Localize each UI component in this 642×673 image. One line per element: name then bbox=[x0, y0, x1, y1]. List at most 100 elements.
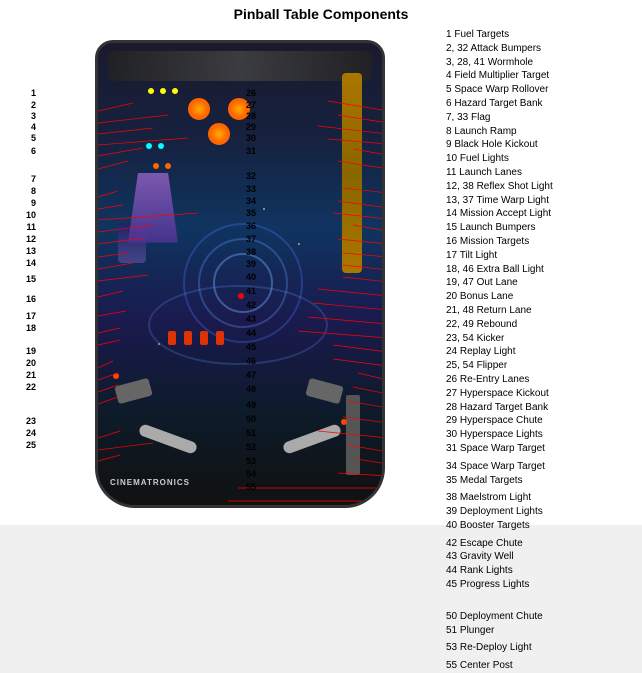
left-num-8: 8 bbox=[31, 186, 36, 196]
label-4: 4 Field Multiplier Target bbox=[446, 69, 642, 83]
label-8: 8 Launch Ramp bbox=[446, 125, 642, 139]
left-num-22: 22 bbox=[26, 382, 36, 392]
left-num-1: 1 bbox=[31, 88, 36, 98]
label-15: 15 Launch Bumpers bbox=[446, 221, 642, 235]
booster-t4 bbox=[216, 331, 224, 345]
left-num-15: 15 bbox=[26, 274, 36, 284]
rnum-53: 53 bbox=[246, 456, 256, 466]
rnum-48: 48 bbox=[246, 384, 256, 394]
table-inner: CINEMATRONICS bbox=[98, 43, 382, 505]
pinball-image-area: CINEMATRONICS bbox=[38, 26, 442, 521]
label-31: 31 Space Warp Target bbox=[446, 442, 642, 456]
light-3 bbox=[172, 88, 178, 94]
booster-targets bbox=[168, 331, 224, 345]
left-num-14: 14 bbox=[26, 258, 36, 268]
left-num-25: 25 bbox=[26, 440, 36, 450]
bumper-3 bbox=[208, 123, 230, 145]
light-2 bbox=[160, 88, 166, 94]
left-num-2: 2 bbox=[31, 100, 36, 110]
label-14: 14 Mission Accept Light bbox=[446, 207, 642, 221]
label-44: 44 Rank Lights bbox=[446, 564, 642, 578]
cinematronics-label: CINEMATRONICS bbox=[110, 478, 190, 487]
light-4 bbox=[146, 143, 152, 149]
label-5: 5 Space Warp Rollover bbox=[446, 83, 642, 97]
main-content: 1 2 3 4 5 6 7 8 9 10 11 12 13 14 15 16 1… bbox=[0, 26, 642, 521]
label-43: 43 Gravity Well bbox=[446, 550, 642, 564]
label-21: 21, 48 Return Lane bbox=[446, 304, 642, 318]
label-18: 18, 46 Extra Ball Light bbox=[446, 263, 642, 277]
label-30: 30 Hyperspace Lights bbox=[446, 428, 642, 442]
left-num-10: 10 bbox=[26, 210, 36, 220]
out-lane-light-l bbox=[113, 373, 119, 379]
label-45: 45 Progress Lights bbox=[446, 578, 642, 592]
top-wall bbox=[108, 51, 372, 81]
out-lane-light-r bbox=[341, 419, 347, 425]
label-35: 35 Medal Targets bbox=[446, 474, 642, 488]
left-num-3: 3 bbox=[31, 111, 36, 121]
rnum-55: 55 bbox=[246, 482, 256, 492]
left-num-24: 24 bbox=[26, 428, 36, 438]
rnum-37: 37 bbox=[246, 234, 256, 244]
flipper-left bbox=[138, 423, 198, 455]
rnum-27: 27 bbox=[246, 100, 256, 110]
rnum-34: 34 bbox=[246, 196, 256, 206]
right-text-labels: 1 Fuel Targets 2, 32 Attack Bumpers 3, 2… bbox=[442, 26, 642, 521]
rnum-50: 50 bbox=[246, 414, 256, 424]
rnum-49: 49 bbox=[246, 400, 256, 410]
kicker-right bbox=[305, 377, 343, 403]
rnum-51: 51 bbox=[246, 428, 256, 438]
rnum-47: 47 bbox=[246, 370, 256, 380]
label-16: 16 Mission Targets bbox=[446, 235, 642, 249]
page: Pinball Table Components 1 2 3 4 5 6 7 8… bbox=[0, 0, 642, 525]
left-num-12: 12 bbox=[26, 234, 36, 244]
light-5 bbox=[158, 143, 164, 149]
rnum-36: 36 bbox=[246, 221, 256, 231]
rnum-26: 26 bbox=[246, 88, 256, 98]
label-13: 13, 37 Time Warp Light bbox=[446, 194, 642, 208]
left-num-5: 5 bbox=[31, 133, 36, 143]
label-23: 23, 54 Kicker bbox=[446, 332, 642, 346]
right-ramp bbox=[342, 73, 362, 273]
page-title: Pinball Table Components bbox=[0, 0, 642, 26]
label-38: 38 Maelstrom Light bbox=[446, 491, 642, 505]
rnum-42: 42 bbox=[246, 300, 256, 310]
rnum-33: 33 bbox=[246, 184, 256, 194]
label-28: 28 Hazard Target Bank bbox=[446, 401, 642, 415]
gravity-well bbox=[148, 285, 328, 365]
kicker-left bbox=[114, 377, 152, 403]
label-22: 22, 49 Rebound bbox=[446, 318, 642, 332]
rnum-52: 52 bbox=[246, 442, 256, 452]
rnum-44: 44 bbox=[246, 328, 256, 338]
spaceship-graphic bbox=[128, 173, 178, 243]
left-num-4: 4 bbox=[31, 122, 36, 132]
rnum-39: 39 bbox=[246, 259, 256, 269]
rnum-30: 30 bbox=[246, 133, 256, 143]
label-42: 42 Escape Chute bbox=[446, 537, 642, 551]
star-2 bbox=[298, 243, 300, 245]
left-num-17: 17 bbox=[26, 311, 36, 321]
left-num-20: 20 bbox=[26, 358, 36, 368]
left-num-19: 19 bbox=[26, 346, 36, 356]
label-19: 19, 47 Out Lane bbox=[446, 276, 642, 290]
label-50: 50 Deployment Chute bbox=[446, 610, 642, 624]
label-10: 10 Fuel Lights bbox=[446, 152, 642, 166]
rnum-46: 46 bbox=[246, 356, 256, 366]
rnum-32: 32 bbox=[246, 171, 256, 181]
rnum-35: 35 bbox=[246, 208, 256, 218]
label-29: 29 Hyperspace Chute bbox=[446, 414, 642, 428]
label-2: 2, 32 Attack Bumpers bbox=[446, 42, 642, 56]
rnum-41: 41 bbox=[246, 286, 256, 296]
left-num-9: 9 bbox=[31, 198, 36, 208]
label-55: 55 Center Post bbox=[446, 659, 642, 673]
label-1: 1 Fuel Targets bbox=[446, 28, 642, 42]
left-num-7: 7 bbox=[31, 174, 36, 184]
left-num-6: 6 bbox=[31, 146, 36, 156]
left-num-11: 11 bbox=[26, 222, 36, 232]
rnum-29: 29 bbox=[246, 122, 256, 132]
light-1 bbox=[148, 88, 154, 94]
bumper-1 bbox=[188, 98, 210, 120]
plunger-lane bbox=[346, 395, 360, 475]
label-12: 12, 38 Reflex Shot Light bbox=[446, 180, 642, 194]
rnum-54: 54 bbox=[246, 469, 256, 479]
flipper-right bbox=[282, 423, 342, 455]
